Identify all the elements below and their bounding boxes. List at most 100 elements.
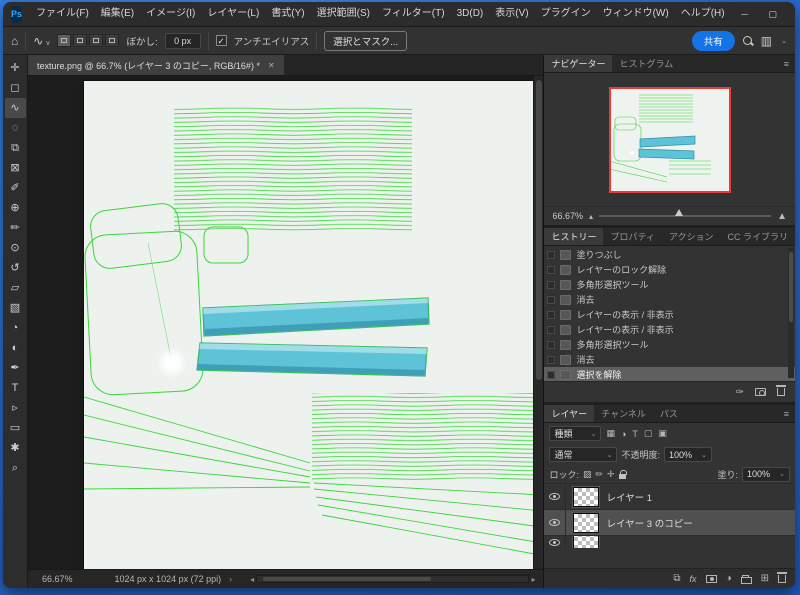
menu-item[interactable]: 選択範囲(S) xyxy=(311,2,376,26)
eraser-tool[interactable]: ▱ xyxy=(5,278,26,298)
object-selection-tool[interactable]: ◌ xyxy=(5,118,26,138)
panel-menu-icon[interactable]: ≡ xyxy=(778,55,795,72)
search-icon[interactable] xyxy=(742,35,754,47)
menu-item[interactable]: イメージ(I) xyxy=(140,2,201,26)
horizontal-scrollbar[interactable]: ◂ ▸ xyxy=(250,575,535,584)
opacity-dropdown[interactable]: 100% ⌄ xyxy=(663,447,712,462)
new-layer-icon[interactable]: ⊞ xyxy=(761,573,769,584)
dodge-tool[interactable]: ◐ xyxy=(5,338,26,358)
hand-tool[interactable]: ✱ xyxy=(5,438,26,458)
menu-item[interactable]: ファイル(F) xyxy=(30,2,95,26)
filter-adjustment-icon[interactable]: ◑ xyxy=(620,429,627,439)
crop-tool[interactable]: ⧉ xyxy=(5,138,26,158)
zoom-in-icon[interactable]: ▲ xyxy=(777,211,787,222)
scroll-right-icon[interactable]: ▸ xyxy=(531,575,535,584)
menu-item[interactable]: ヘルプ(H) xyxy=(675,2,731,26)
move-tool[interactable]: ✛ xyxy=(5,58,26,78)
blur-tool[interactable]: ◔ xyxy=(5,318,26,338)
history-step[interactable]: 選択を解除 xyxy=(544,367,795,381)
history-step[interactable]: レイヤーの表示 / 非表示 xyxy=(544,307,795,322)
status-zoom-input[interactable]: 66.67% xyxy=(42,574,73,584)
chevron-right-icon[interactable]: › xyxy=(229,574,232,584)
frame-tool[interactable]: ⊠ xyxy=(5,158,26,178)
gradient-tool[interactable]: ▧ xyxy=(5,298,26,318)
link-layers-icon[interactable]: ⧉ xyxy=(673,573,680,584)
document-tab[interactable]: texture.png @ 66.7% (レイヤー 3 のコピー, RGB/16… xyxy=(28,55,284,75)
panel-menu-icon[interactable]: ≡ xyxy=(778,405,795,422)
photoshop-logo-icon[interactable]: Ps xyxy=(11,5,23,23)
lock-all-icon[interactable] xyxy=(618,469,627,479)
vertical-scrollbar[interactable] xyxy=(533,76,544,569)
marquee-tool[interactable]: ◻ xyxy=(5,78,26,98)
history-brush-state-icon[interactable]: ✑ xyxy=(736,387,744,398)
maximize-button[interactable]: ▢ xyxy=(759,2,787,26)
layer-thumbnail[interactable] xyxy=(572,511,601,534)
history-step[interactable]: 多角形選択ツール xyxy=(544,277,795,292)
history-step[interactable]: 消去 xyxy=(544,292,795,307)
navigator-zoom-value[interactable]: 66.67% xyxy=(552,211,583,221)
history-source-checkbox[interactable] xyxy=(547,280,556,289)
tab-histogram[interactable]: ヒストグラム xyxy=(612,55,680,72)
history-step[interactable]: 多角形選択ツール xyxy=(544,337,795,352)
tab-paths[interactable]: パス xyxy=(653,405,685,422)
fill-dropdown[interactable]: 100% ⌄ xyxy=(742,466,790,482)
layer-filter-dropdown[interactable]: 種類 ⌄ xyxy=(549,426,602,441)
navigator-preview[interactable] xyxy=(608,86,731,193)
menu-item[interactable]: ウィンドウ(W) xyxy=(597,2,675,26)
layer-thumbnail[interactable] xyxy=(572,485,601,508)
history-source-checkbox[interactable] xyxy=(547,295,556,304)
adjustment-layer-icon[interactable]: ◑ xyxy=(726,573,732,584)
close-icon[interactable]: ✕ xyxy=(268,61,275,70)
tab-actions[interactable]: アクション xyxy=(662,228,721,245)
new-snapshot-icon[interactable] xyxy=(755,388,766,396)
history-source-checkbox[interactable] xyxy=(547,325,556,334)
delete-state-icon[interactable] xyxy=(776,385,786,396)
menu-item[interactable]: フィルター(T) xyxy=(376,2,451,26)
tab-cc-libraries[interactable]: CC ライブラリ xyxy=(721,228,796,245)
history-step[interactable]: 消去 xyxy=(544,352,795,367)
zoom-out-icon[interactable]: ▴ xyxy=(589,212,593,221)
lock-transparency-icon[interactable]: ▨ xyxy=(583,469,592,480)
chevron-down-icon[interactable]: ⌄ xyxy=(781,37,787,45)
zoom-tool[interactable]: ⌕ xyxy=(5,458,26,478)
layer-row[interactable]: レイヤー 3 のコピー xyxy=(544,510,795,536)
history-brush-tool[interactable]: ↺ xyxy=(5,258,26,278)
vertical-scrollbar-thumb[interactable] xyxy=(536,80,543,380)
history-source-checkbox[interactable] xyxy=(547,340,556,349)
history-scrollbar[interactable] xyxy=(788,248,794,378)
subtract-selection-button[interactable] xyxy=(89,34,104,47)
tab-channels[interactable]: チャンネル xyxy=(594,405,653,422)
menu-item[interactable]: 表示(V) xyxy=(489,2,534,26)
menu-item[interactable]: 書式(Y) xyxy=(265,2,310,26)
active-tool-button[interactable]: ∿ ∨ xyxy=(33,34,50,48)
history-source-checkbox[interactable] xyxy=(547,370,556,379)
lock-pixels-icon[interactable]: ✏ xyxy=(595,469,603,480)
filter-pixel-icon[interactable]: ▦ xyxy=(605,428,616,439)
layer-style-icon[interactable]: fx xyxy=(690,574,697,584)
history-source-checkbox[interactable] xyxy=(547,250,556,259)
lasso-tool[interactable]: ∿ xyxy=(4,98,26,118)
add-selection-button[interactable] xyxy=(73,34,88,47)
history-source-checkbox[interactable] xyxy=(547,310,556,319)
new-selection-button[interactable] xyxy=(57,34,72,47)
share-button[interactable]: 共有 xyxy=(691,30,735,51)
navigator-zoom-slider[interactable] xyxy=(599,209,772,217)
filter-smart-object-icon[interactable]: ▣ xyxy=(657,428,668,439)
shape-tool[interactable]: ▭ xyxy=(5,418,26,438)
filter-type-icon[interactable]: T xyxy=(631,429,639,439)
delete-layer-icon[interactable] xyxy=(777,571,787,583)
pen-tool[interactable]: ✒ xyxy=(5,358,26,378)
history-step[interactable]: レイヤーの表示 / 非表示 xyxy=(544,322,795,337)
horizontal-scrollbar-thumb[interactable] xyxy=(262,577,431,581)
intersect-selection-button[interactable] xyxy=(105,34,120,47)
tab-navigator[interactable]: ナビゲーター xyxy=(544,55,613,72)
new-group-icon[interactable] xyxy=(740,574,752,584)
tab-layers[interactable]: レイヤー xyxy=(544,405,595,422)
add-mask-icon[interactable] xyxy=(705,574,717,583)
clone-stamp-tool[interactable]: ⊙ xyxy=(5,238,26,258)
select-and-mask-button[interactable]: 選択とマスク... xyxy=(324,30,408,51)
history-step[interactable]: レイヤーのロック解除 xyxy=(544,262,795,277)
menu-item[interactable]: プラグイン xyxy=(535,2,597,26)
layer-thumbnail[interactable] xyxy=(572,536,601,548)
layer-visibility-toggle[interactable] xyxy=(544,484,567,509)
